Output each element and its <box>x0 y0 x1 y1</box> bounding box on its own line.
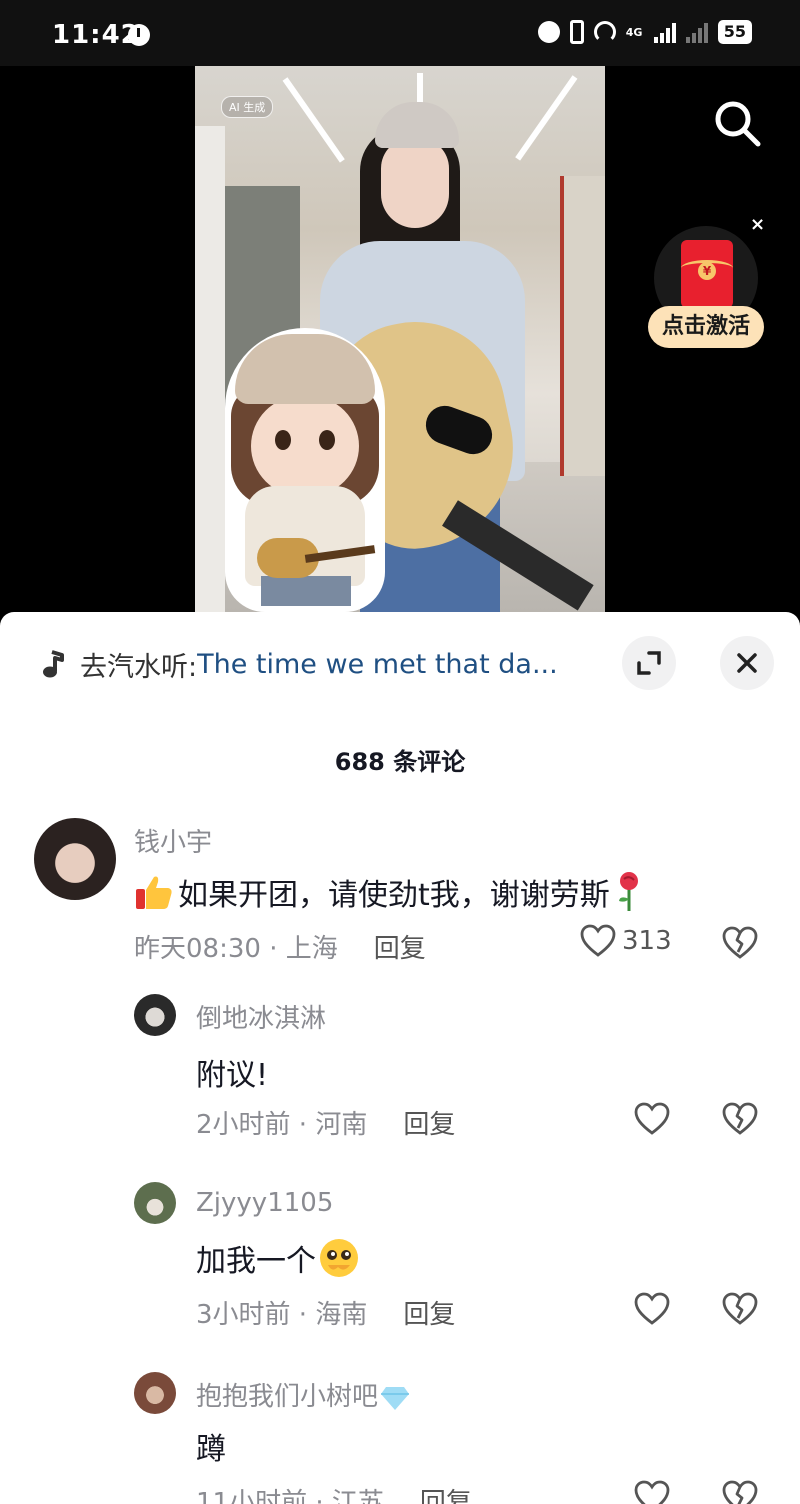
close-button[interactable] <box>720 636 774 690</box>
signal-icon-secondary <box>685 21 708 43</box>
dislike-icon[interactable] <box>722 926 758 960</box>
comment-time-location: 2小时前 · 河南 <box>196 1110 368 1140</box>
status-bar: 11:42 4G 55 <box>0 0 800 66</box>
person-cap <box>375 102 459 148</box>
alarm-icon <box>128 24 150 46</box>
yen-coin-icon: ¥ <box>698 262 716 280</box>
comment-time-location: 昨天08:30 · 上海 <box>134 934 338 964</box>
comment-meta: 3小时前 · 海南 回复 <box>196 1294 455 1331</box>
comment-text: 加我一个 <box>196 1244 316 1279</box>
heart-icon[interactable] <box>634 1102 670 1136</box>
comment-count: 688 条评论 <box>334 748 466 776</box>
signal-icon <box>653 21 676 43</box>
expand-icon <box>637 651 661 675</box>
comment-author-row: 抱抱我们小树吧 <box>196 1376 410 1413</box>
like-button[interactable]: 313 <box>580 924 672 958</box>
rose-emoji-icon <box>618 872 638 911</box>
comment-author[interactable]: Zjyyy1105 <box>196 1188 333 1218</box>
reply-item: Zjyyy1105 加我一个 3小时前 · 海南 回复 <box>0 1182 800 1342</box>
thumbs-up-emoji-icon <box>136 876 172 909</box>
heart-icon <box>580 924 616 957</box>
doll-eye <box>275 430 291 450</box>
doll-legs <box>261 576 351 606</box>
comment-author[interactable]: 倒地冰淇淋 <box>196 998 326 1035</box>
comment-meta: 2小时前 · 河南 回复 <box>196 1104 455 1141</box>
alarm-icon <box>537 21 560 43</box>
dislike-icon[interactable] <box>722 1480 758 1504</box>
comment-item: 钱小宇 如果开团，请使劲t我，谢谢劳斯 昨天08:30 · 上海 回复 313 <box>0 812 800 972</box>
reply-button[interactable]: 回复 <box>420 1482 472 1504</box>
reply-button[interactable]: 回复 <box>403 1294 455 1331</box>
comment-text-row: 蹲 <box>196 1424 226 1468</box>
comment-text-row: 如果开团，请使劲t我，谢谢劳斯 <box>134 870 644 914</box>
doll-face <box>251 396 359 496</box>
status-time: 11:42 <box>52 20 140 50</box>
comment-text-row: 加我一个 <box>196 1236 360 1280</box>
reply-item: 倒地冰淇淋 附议! 2小时前 · 河南 回复 <box>0 992 800 1152</box>
red-packet-widget[interactable]: ¥ 点击激活 <box>648 222 768 352</box>
avatar[interactable] <box>134 1182 176 1224</box>
red-packet-activate-button[interactable]: 点击激活 <box>648 306 764 348</box>
dislike-icon[interactable] <box>722 1292 758 1326</box>
video-scene-wall-right <box>560 176 605 476</box>
video-player[interactable]: AI 生成 <box>195 66 605 612</box>
comment-text-row: 附议! <box>196 1050 268 1094</box>
ceiling-light <box>282 77 345 163</box>
network-type: 4G <box>625 25 643 39</box>
video-scene-wall <box>195 126 225 612</box>
diamond-emoji-icon <box>381 1386 410 1410</box>
ai-generated-badge: AI 生成 <box>221 96 274 118</box>
expand-button[interactable] <box>622 636 676 690</box>
avatar[interactable] <box>134 994 176 1036</box>
status-icons: 4G 55 <box>537 20 752 44</box>
comment-meta: 昨天08:30 · 上海 回复 <box>134 928 426 965</box>
avatar[interactable] <box>134 1372 176 1414</box>
close-icon <box>737 653 757 673</box>
comment-sheet: 去汽水听: The time we met that da... 688 条评论… <box>0 612 800 1504</box>
battery-icon: 55 <box>717 20 752 44</box>
search-icon[interactable] <box>712 98 764 150</box>
reply-item: 抱抱我们小树吧 蹲 11小时前 · 江苏 回复 <box>0 1370 800 1504</box>
pleading-face-emoji-icon <box>320 1239 358 1277</box>
music-link-prefix: 去汽水听: <box>80 651 198 683</box>
vibrate-icon <box>569 20 584 44</box>
heart-icon[interactable] <box>634 1292 670 1326</box>
comment-text: 蹲 <box>196 1432 226 1467</box>
comment-author[interactable]: 钱小宇 <box>134 822 212 859</box>
like-count: 313 <box>622 926 672 956</box>
comment-time-location: 11小时前 · 江苏 <box>196 1488 384 1504</box>
ceiling-light <box>515 75 578 161</box>
person-face <box>381 138 449 228</box>
music-note-icon <box>43 650 64 678</box>
heart-icon[interactable] <box>634 1480 670 1504</box>
hotspot-icon <box>593 21 616 43</box>
doll-eye <box>319 430 335 450</box>
comment-text: 附议! <box>196 1058 269 1093</box>
dislike-icon[interactable] <box>722 1102 758 1136</box>
comment-author[interactable]: 抱抱我们小树吧 <box>196 1382 378 1412</box>
comment-text: 如果开团，请使劲t我，谢谢劳斯 <box>178 878 610 913</box>
music-link[interactable]: 去汽水听: The time we met that da... <box>40 642 620 686</box>
comment-time-location: 3小时前 · 海南 <box>196 1300 368 1330</box>
reply-button[interactable]: 回复 <box>403 1104 455 1141</box>
reply-button[interactable]: 回复 <box>374 928 426 965</box>
music-title[interactable]: The time we met that da... <box>197 649 558 680</box>
comment-meta: 11小时前 · 江苏 回复 <box>196 1482 472 1504</box>
avatar[interactable] <box>34 818 116 900</box>
